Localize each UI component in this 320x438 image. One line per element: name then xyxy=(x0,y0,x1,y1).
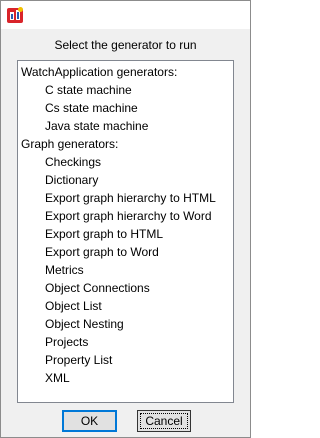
ok-button[interactable]: OK xyxy=(62,410,117,432)
list-item[interactable]: Export graph to Word xyxy=(18,243,233,261)
list-item[interactable]: Export graph to HTML xyxy=(18,225,233,243)
list-item[interactable]: XML xyxy=(18,369,233,387)
list-item[interactable]: C state machine xyxy=(18,81,233,99)
list-item[interactable]: Object Connections xyxy=(18,279,233,297)
cancel-button[interactable]: Cancel xyxy=(137,410,191,432)
list-item[interactable]: Export graph hierarchy to HTML xyxy=(18,189,233,207)
list-group-header[interactable]: WatchApplication generators: xyxy=(18,63,233,81)
ok-button-label: OK xyxy=(80,414,99,428)
list-item[interactable]: Java state machine xyxy=(18,117,233,135)
list-item[interactable]: Property List xyxy=(18,351,233,369)
list-item[interactable]: Object Nesting xyxy=(18,315,233,333)
list-item[interactable]: Cs state machine xyxy=(18,99,233,117)
dialog-prompt: Select the generator to run xyxy=(54,38,197,52)
title-bar[interactable] xyxy=(1,1,250,29)
list-group-header[interactable]: Graph generators: xyxy=(18,135,233,153)
list-item[interactable]: Export graph hierarchy to Word xyxy=(18,207,233,225)
generator-listbox[interactable]: WatchApplication generators: C state mach… xyxy=(17,60,234,403)
list-item[interactable]: Object List xyxy=(18,297,233,315)
list-item[interactable]: Projects xyxy=(18,333,233,351)
list-item[interactable]: Checkings xyxy=(18,153,233,171)
generator-dialog: Select the generator to run WatchApplica… xyxy=(0,0,251,438)
list-item[interactable]: Metrics xyxy=(18,261,233,279)
app-logo-icon[interactable] xyxy=(5,5,25,25)
cancel-button-label: Cancel xyxy=(145,414,183,428)
list-item[interactable]: Dictionary xyxy=(18,171,233,189)
generator-list: WatchApplication generators: C state mach… xyxy=(18,61,233,387)
